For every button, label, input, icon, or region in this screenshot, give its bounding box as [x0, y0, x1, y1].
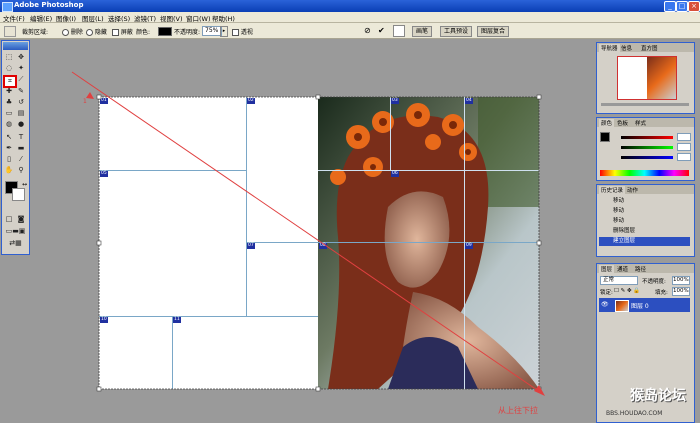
fill-label: 填充:: [655, 290, 668, 296]
tab-swatches[interactable]: 色板: [617, 119, 628, 127]
navigator-panel: 导航器 信息 直方图: [596, 42, 695, 114]
navigator-thumbnail[interactable]: [617, 56, 677, 100]
tab-channels[interactable]: 通道: [617, 265, 628, 273]
lock-icons[interactable]: ☐ ✎ ✥ 🔒: [614, 288, 640, 294]
history-item[interactable]: 移动: [599, 197, 690, 206]
green-value-field[interactable]: [677, 143, 691, 151]
blue-value-field[interactable]: [677, 153, 691, 161]
layer-opacity-label: 不透明度:: [642, 279, 666, 285]
tab-actions[interactable]: 动作: [627, 186, 638, 194]
tab-navigator[interactable]: 导航器: [599, 44, 620, 52]
zoom-slider[interactable]: [601, 103, 689, 106]
color-spectrum[interactable]: [600, 170, 689, 176]
tab-histogram[interactable]: 直方图: [641, 44, 658, 52]
navigator-tabs: 导航器 信息 直方图: [597, 43, 694, 52]
visibility-eye-icon[interactable]: 👁: [601, 301, 609, 308]
annotation-text: 从上往下拉: [498, 406, 538, 415]
blue-slider[interactable]: [621, 156, 673, 159]
tab-info[interactable]: 信息: [621, 44, 632, 52]
tab-history[interactable]: 历史记录: [599, 186, 626, 194]
lock-label: 锁定:: [600, 290, 613, 296]
fill-field[interactable]: 100%: [672, 287, 690, 296]
watermark-title: 猴岛论坛: [630, 388, 686, 404]
green-slider[interactable]: [621, 146, 673, 149]
history-panel: 历史记录 动作 移动 移动 移动 删除图层 建立图层: [596, 184, 695, 257]
history-item[interactable]: 移动: [599, 207, 690, 216]
red-value-field[interactable]: [677, 133, 691, 141]
layer-name: 图层 0: [631, 303, 649, 310]
layer-opacity-field[interactable]: 100%: [672, 276, 690, 285]
layer-thumbnail: [615, 300, 629, 312]
history-tabs: 历史记录 动作: [597, 185, 694, 194]
layers-tabs: 图层 通道 路径: [597, 264, 694, 273]
svg-text:1: 1: [83, 98, 87, 105]
watermark-url: BBS.HOUDAO.COM: [606, 410, 663, 417]
history-item-active[interactable]: 建立图层: [599, 237, 690, 246]
red-slider[interactable]: [621, 136, 673, 139]
blend-mode-select[interactable]: 正常: [600, 276, 638, 285]
crop-overlay: 1: [71, 71, 545, 396]
layer-row[interactable]: 👁 图层 0: [599, 298, 690, 312]
tab-layers[interactable]: 图层: [599, 265, 615, 273]
color-tabs: 颜色 色板 样式: [597, 118, 694, 127]
tab-paths[interactable]: 路径: [635, 265, 646, 273]
tab-color[interactable]: 颜色: [599, 119, 615, 127]
history-item[interactable]: 删除图层: [599, 227, 690, 236]
history-item[interactable]: 移动: [599, 217, 690, 226]
navigator-photo-thumb: [647, 57, 676, 99]
tab-styles[interactable]: 样式: [635, 119, 646, 127]
color-fg-swatch[interactable]: [600, 132, 610, 142]
color-panel: 颜色 色板 样式: [596, 117, 695, 181]
